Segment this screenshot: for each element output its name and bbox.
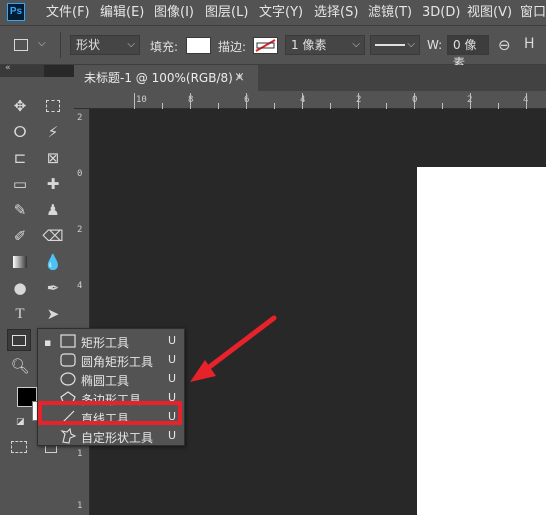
annotation-arrow (190, 315, 277, 382)
watermark: Bai 经验 jingyan.baidu.com (424, 452, 542, 502)
watermark-url: jingyan.baidu.com (426, 488, 519, 499)
watermark-text: Bai 经验 (458, 463, 529, 483)
